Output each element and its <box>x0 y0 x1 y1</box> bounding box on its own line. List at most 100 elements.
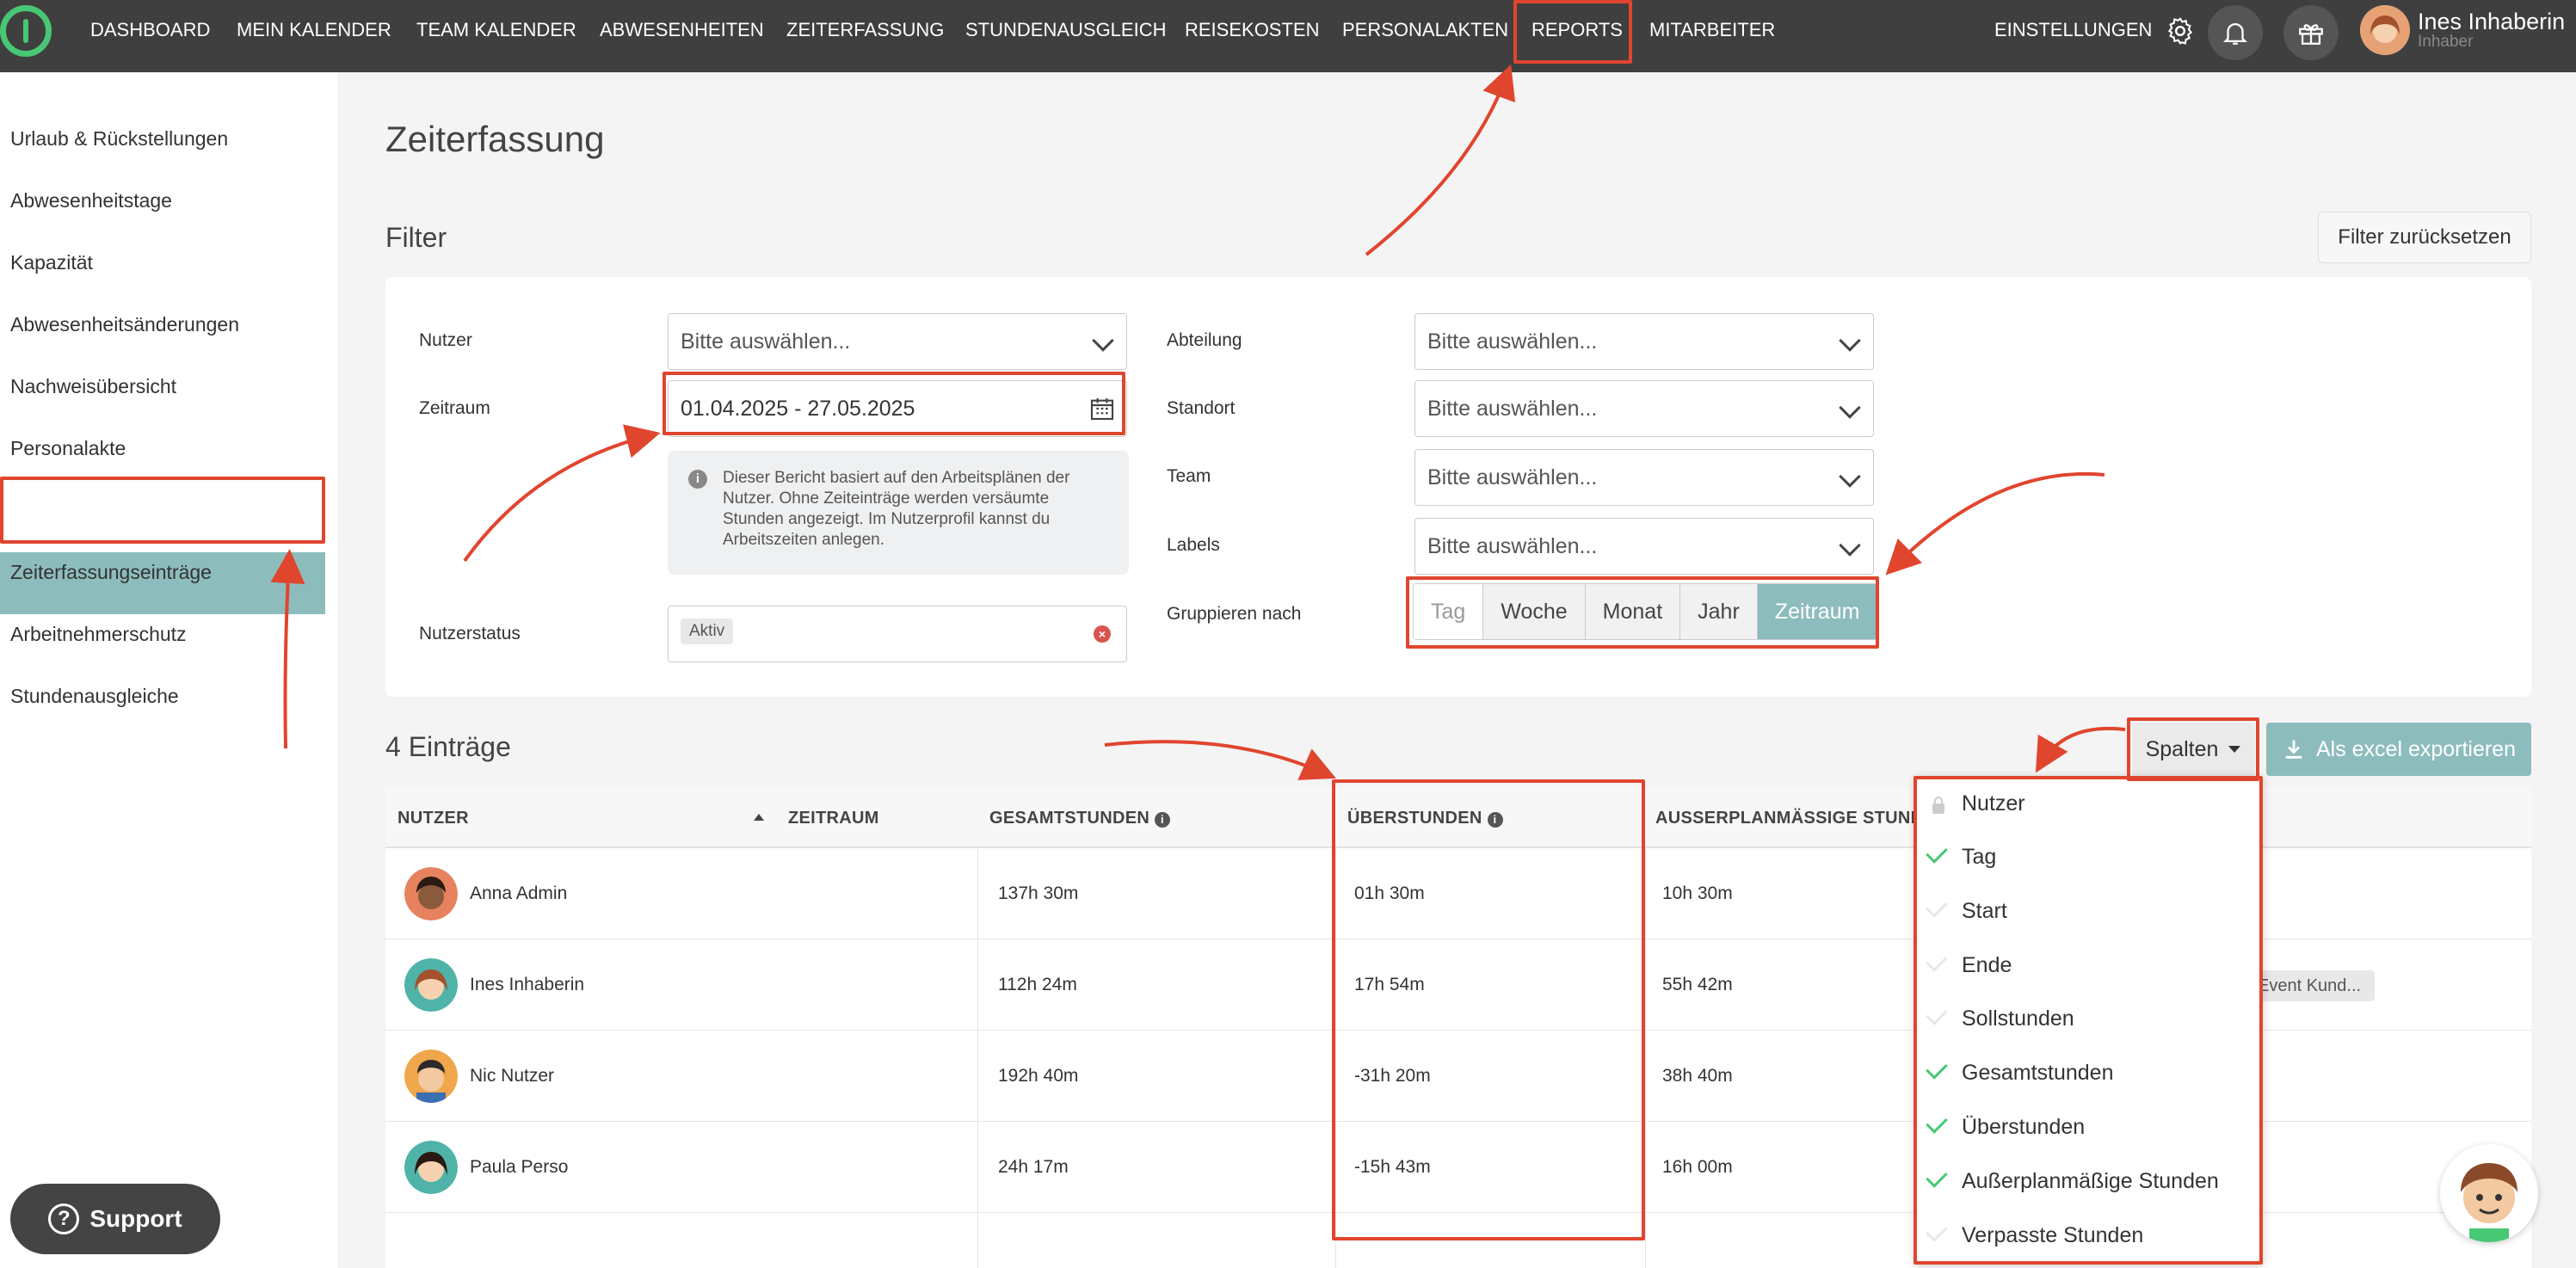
annotation-box-sidebar <box>0 477 325 544</box>
help-icon: ? <box>48 1203 80 1234</box>
nav-abwesenheiten[interactable]: ABWESENHEITEN <box>600 0 764 60</box>
standort-label: Standort <box>1167 398 1236 418</box>
row-name: Paula Perso <box>470 1157 569 1177</box>
sidebar-item-arbeitnehmerschutz[interactable]: Arbeitnehmerschutz <box>10 623 187 646</box>
user-avatar[interactable] <box>2360 5 2410 55</box>
nav-reisekosten[interactable]: REISEKOSTEN <box>1185 0 1319 60</box>
nav-dashboard[interactable]: DASHBOARD <box>90 0 210 60</box>
sidebar-item-kapazitaet[interactable]: Kapazität <box>10 251 93 274</box>
column-header-labels[interactable]: LABELS <box>2222 788 2531 848</box>
nav-zeiterfassung[interactable]: ZEITERFASSUNG <box>786 0 944 60</box>
label-chip: Event Kund... <box>2252 970 2375 1001</box>
annotation-box-ueberstunden <box>1332 779 1645 1240</box>
entries-count: 4 Einträge <box>385 731 511 762</box>
nutzerstatus-label: Nutzerstatus <box>419 624 521 643</box>
sidebar-item-urlaub[interactable]: Urlaub & Rückstellungen <box>10 127 228 151</box>
sidebar-item-nachweisuebersicht[interactable]: Nachweisübersicht <box>10 375 176 398</box>
user-name[interactable]: Ines Inhaberin <box>2418 9 2565 35</box>
gift-button[interactable] <box>2283 5 2339 60</box>
page-title: Zeiterfassung <box>385 119 605 159</box>
reports-sidebar: Urlaub & Rückstellungen Abwesenheitstage… <box>0 72 337 1268</box>
annotation-box-spalten <box>2127 717 2259 781</box>
nav-mitarbeiter[interactable]: MITARBEITER <box>1649 0 1775 60</box>
column-header-nutzer[interactable]: NUTZER <box>397 788 469 848</box>
chat-assistant-button[interactable] <box>2440 1144 2538 1242</box>
app-logo-icon[interactable] <box>0 5 52 57</box>
nutzer-label: Nutzer <box>419 330 472 350</box>
info-icon: i <box>688 470 707 489</box>
export-excel-button[interactable]: Als excel exportieren <box>2266 723 2531 776</box>
column-header-ausserplanmaessig[interactable]: AUSSERPLANMÄSSIGE STUNDEN <box>1655 788 1914 848</box>
nav-team-kalender[interactable]: TEAM KALENDER <box>416 0 576 60</box>
nav-personalakten[interactable]: PERSONALAKTEN <box>1342 0 1508 60</box>
sidebar-item-personalakte[interactable]: Personalakte <box>10 437 126 460</box>
sidebar-item-abwesenheitstage[interactable]: Abwesenheitstage <box>10 189 172 212</box>
avatar <box>404 958 458 1012</box>
row-ausserplanmaessig: 16h 00m <box>1662 1157 1733 1177</box>
sidebar-item-stundenausgleiche[interactable]: Stundenausgleiche <box>10 685 179 708</box>
gift-icon <box>2299 24 2323 45</box>
standort-select-value: Bitte auswählen... <box>1427 397 1598 421</box>
chevron-down-icon <box>1839 534 1861 557</box>
row-gesamtstunden: 112h 24m <box>998 975 1077 994</box>
annotation-box-zeitraum <box>662 372 1125 435</box>
download-icon <box>2285 740 2302 759</box>
user-role: Inhaber <box>2418 33 2474 51</box>
info-notice: i Dieser Bericht basiert auf den Arbeits… <box>668 451 1129 575</box>
support-button[interactable]: ? Support <box>10 1184 220 1254</box>
row-gesamtstunden: 24h 17m <box>998 1157 1069 1177</box>
abteilung-select-value: Bitte auswählen... <box>1427 329 1598 354</box>
sidebar-item-abwesenheitsaenderungen[interactable]: Abwesenheitsänderungen <box>10 313 239 336</box>
settings-link[interactable]: EINSTELLUNGEN <box>1994 0 2196 60</box>
filter-title: Filter <box>385 222 447 253</box>
abteilung-select[interactable]: Bitte auswählen... <box>1414 313 1874 370</box>
nutzer-select-value: Bitte auswählen... <box>681 329 851 354</box>
info-icon: i <box>1155 812 1170 828</box>
annotation-box-reports <box>1513 0 1632 64</box>
info-text: Dieser Bericht basiert auf den Arbeitspl… <box>723 469 1070 549</box>
status-tag-aktiv: Aktiv <box>681 619 734 644</box>
column-header-gesamtstunden[interactable]: GESAMTSTUNDEN i <box>989 788 1170 848</box>
row-gesamtstunden: 137h 30m <box>998 883 1079 903</box>
labels-select[interactable]: Bitte auswählen... <box>1414 518 1874 575</box>
chevron-down-icon <box>1839 397 1861 419</box>
top-navigation-bar: DASHBOARD MEIN KALENDER TEAM KALENDER AB… <box>0 0 2576 72</box>
sort-asc-icon[interactable] <box>754 814 764 821</box>
avatar <box>404 1049 458 1103</box>
chevron-down-icon <box>1839 329 1861 352</box>
export-excel-label: Als excel exportieren <box>2315 736 2517 761</box>
labels-select-value: Bitte auswählen... <box>1427 534 1598 558</box>
team-select[interactable]: Bitte auswählen... <box>1414 449 1874 506</box>
chevron-down-icon <box>1839 465 1861 488</box>
gruppieren-label: Gruppieren nach <box>1167 604 1302 624</box>
clear-icon[interactable]: × <box>1094 625 1111 643</box>
team-select-value: Bitte auswählen... <box>1427 465 1598 489</box>
standort-select[interactable]: Bitte auswählen... <box>1414 380 1874 437</box>
settings-label: EINSTELLUNGEN <box>1994 19 2153 40</box>
reset-filter-button[interactable]: Filter zurücksetzen <box>2318 212 2531 263</box>
support-label: Support <box>89 1205 182 1232</box>
row-name: Nic Nutzer <box>470 1066 555 1086</box>
row-ausserplanmaessig: 38h 40m <box>1662 1066 1733 1086</box>
labels-label: Labels <box>1167 535 1220 555</box>
annotation-box-group-by <box>1406 576 1879 649</box>
nav-stundenausgleich[interactable]: STUNDENAUSGLEICH <box>965 0 1166 60</box>
column-header-gesamtstunden-label: GESAMTSTUNDEN <box>989 809 1150 828</box>
assistant-avatar-icon <box>2461 1163 2517 1242</box>
column-header-zeitraum[interactable]: ZEITRAUM <box>788 788 879 848</box>
row-name: Anna Admin <box>470 883 568 903</box>
row-gesamtstunden: 192h 40m <box>998 1066 1079 1086</box>
row-ausserplanmaessig: 10h 30m <box>1662 883 1733 903</box>
row-name: Ines Inhaberin <box>470 975 585 994</box>
nutzerstatus-select[interactable]: Aktiv × <box>668 606 1127 662</box>
abteilung-label: Abteilung <box>1167 330 1242 350</box>
bell-icon <box>2222 23 2248 45</box>
notifications-button[interactable] <box>2208 5 2263 60</box>
sidebar-item-zeiterfassungseintraege[interactable]: Zeiterfassungseinträge <box>10 561 212 584</box>
gear-icon <box>2167 17 2192 45</box>
team-label: Team <box>1167 466 1211 486</box>
nav-mein-kalender[interactable]: MEIN KALENDER <box>237 0 391 60</box>
nutzer-select[interactable]: Bitte auswählen... <box>668 313 1127 370</box>
avatar <box>404 867 458 920</box>
zeitraum-label: Zeitraum <box>419 398 490 418</box>
